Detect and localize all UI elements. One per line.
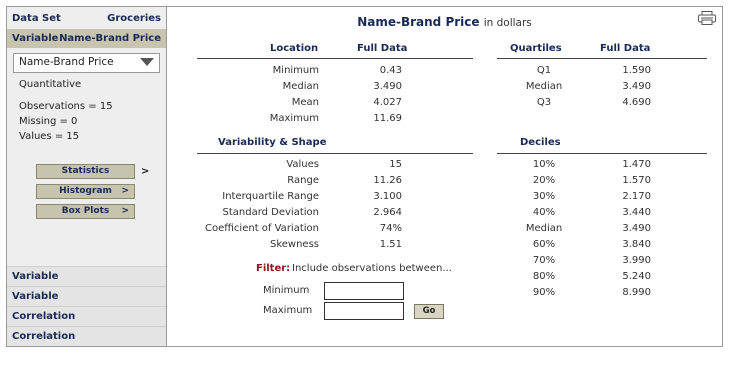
variability-header: Variability & Shape: [218, 137, 327, 148]
location-divider: [197, 58, 473, 59]
sidebar-item-variable-1[interactable]: Variable: [7, 266, 166, 286]
decile-median-label: Median: [525, 223, 563, 234]
boxplots-button[interactable]: Box Plots >: [36, 204, 135, 219]
variability-range-value: 11.26: [373, 175, 402, 186]
decile-30pct-label: 30%: [532, 191, 556, 202]
variable-value[interactable]: Name-Brand Price: [59, 33, 161, 44]
location-mean-value: 4.027: [373, 97, 402, 108]
variable-label: Variable: [12, 33, 59, 44]
statistics-button[interactable]: Statistics: [36, 164, 135, 179]
location-header: Location: [270, 43, 319, 54]
decile-40pct-label: 40%: [532, 207, 556, 218]
missing-count: Missing = 0: [19, 116, 78, 127]
quartiles-fulldata-header: Full Data: [600, 43, 651, 54]
sidebar-item-label: Correlation: [12, 331, 76, 342]
decile-40pct-value: 3.440: [622, 207, 651, 218]
location-mean-label: Mean: [291, 97, 319, 108]
deciles-header: Deciles: [520, 137, 561, 148]
printer-icon[interactable]: [698, 11, 716, 25]
variable-select-value: Name-Brand Price: [19, 56, 114, 68]
decile-60pct-label: 60%: [532, 239, 556, 250]
histogram-button[interactable]: Histogram >: [36, 184, 135, 199]
variable-title: Name-Brand Price: [357, 15, 480, 29]
quartile-q1-label: Q1: [536, 65, 552, 76]
filter-minimum-input[interactable]: [324, 282, 404, 300]
location-minimum-label: Minimum: [272, 65, 319, 76]
statistics-chevron-icon: >: [141, 166, 150, 177]
title-unit: in dollars: [483, 17, 532, 29]
sidebar-item-correlation-2[interactable]: Correlation: [7, 326, 166, 346]
values-count: Values = 15: [19, 131, 80, 142]
variable-select[interactable]: Name-Brand Price: [13, 53, 160, 73]
variability-coefficient-of-variation-label: Coefficient of Variation: [205, 223, 319, 234]
filter-label: Filter:: [256, 263, 291, 274]
variability-standard-deviation-label: Standard Deviation: [222, 207, 319, 218]
chevron-down-icon[interactable]: [140, 58, 154, 66]
decile-20pct-value: 1.570: [622, 175, 651, 186]
sidebar-item-variable-2[interactable]: Variable: [7, 286, 166, 306]
decile-60pct-value: 3.840: [622, 239, 651, 250]
decile-70pct-value: 3.990: [622, 255, 651, 266]
quartile-q3-value: 4.690: [622, 97, 651, 108]
decile-10pct-label: 10%: [532, 159, 556, 170]
quartile-median-value: 3.490: [622, 81, 651, 92]
location-minimum-value: 0.43: [379, 65, 402, 76]
decile-20pct-label: 20%: [532, 175, 556, 186]
dataset-value[interactable]: Groceries: [107, 13, 161, 24]
sidebar-item-label: Correlation: [12, 311, 76, 322]
variability-divider: [197, 153, 473, 154]
statistics-button-label: Statistics: [61, 166, 110, 176]
quartile-median-label: Median: [525, 81, 563, 92]
app-frame: Data Set Groceries Variable Name-Brand P…: [6, 6, 723, 347]
variable-row[interactable]: Variable Name-Brand Price: [7, 29, 166, 48]
filter-description: Include observations between...: [292, 263, 452, 274]
quartiles-divider: [497, 58, 707, 59]
variability-range-label: Range: [287, 175, 319, 186]
variability-interquartile-range-label: Interquartile Range: [222, 191, 319, 202]
variability-skewness-value: 1.51: [379, 239, 402, 250]
page-title: Name-Brand Price in dollars: [167, 15, 722, 29]
histogram-chevron-icon: >: [121, 186, 129, 196]
decile-30pct-value: 2.170: [622, 191, 651, 202]
location-median-value: 3.490: [373, 81, 402, 92]
variability-coefficient-of-variation-value: 74%: [379, 223, 402, 234]
dataset-row[interactable]: Data Set Groceries: [7, 9, 166, 28]
quartile-q3-label: Q3: [536, 97, 552, 108]
location-fulldata-header: Full Data: [357, 43, 408, 54]
observations-count: Observations = 15: [19, 101, 113, 112]
decile-10pct-value: 1.470: [622, 159, 651, 170]
variable-type: Quantitative: [19, 79, 82, 90]
variability-values-label: Values: [286, 159, 319, 170]
decile-80pct-label: 80%: [532, 271, 556, 282]
decile-70pct-label: 70%: [532, 255, 556, 266]
quartiles-header: Quartiles: [510, 43, 562, 54]
decile-80pct-value: 5.240: [622, 271, 651, 282]
variability-standard-deviation-value: 2.964: [373, 207, 402, 218]
boxplots-button-label: Box Plots: [61, 206, 110, 216]
sidebar-item-correlation-1[interactable]: Correlation: [7, 306, 166, 326]
histogram-button-label: Histogram: [59, 186, 112, 196]
variability-values-value: 15: [389, 159, 402, 170]
decile-90pct-label: 90%: [532, 287, 556, 298]
deciles-divider: [497, 153, 707, 154]
variability-interquartile-range-value: 3.100: [373, 191, 402, 202]
sidebar: Data Set Groceries Variable Name-Brand P…: [7, 7, 167, 346]
quartile-q1-value: 1.590: [622, 65, 651, 76]
location-maximum-label: Maximum: [269, 113, 319, 124]
boxplots-chevron-icon: >: [121, 206, 129, 216]
filter-maximum-input[interactable]: [324, 302, 404, 320]
filter-maximum-label: Maximum: [263, 305, 313, 316]
location-median-label: Median: [282, 81, 319, 92]
filter-minimum-label: Minimum: [263, 285, 310, 296]
main-panel: Name-Brand Price in dollars Location Ful…: [167, 7, 722, 346]
location-maximum-value: 11.69: [373, 113, 402, 124]
variability-skewness-label: Skewness: [269, 239, 319, 250]
dataset-label: Data Set: [12, 13, 61, 24]
decile-90pct-value: 8.990: [622, 287, 651, 298]
go-button[interactable]: Go: [414, 304, 444, 319]
sidebar-item-label: Variable: [12, 291, 59, 302]
sidebar-item-label: Variable: [12, 271, 59, 282]
decile-median-value: 3.490: [622, 223, 651, 234]
